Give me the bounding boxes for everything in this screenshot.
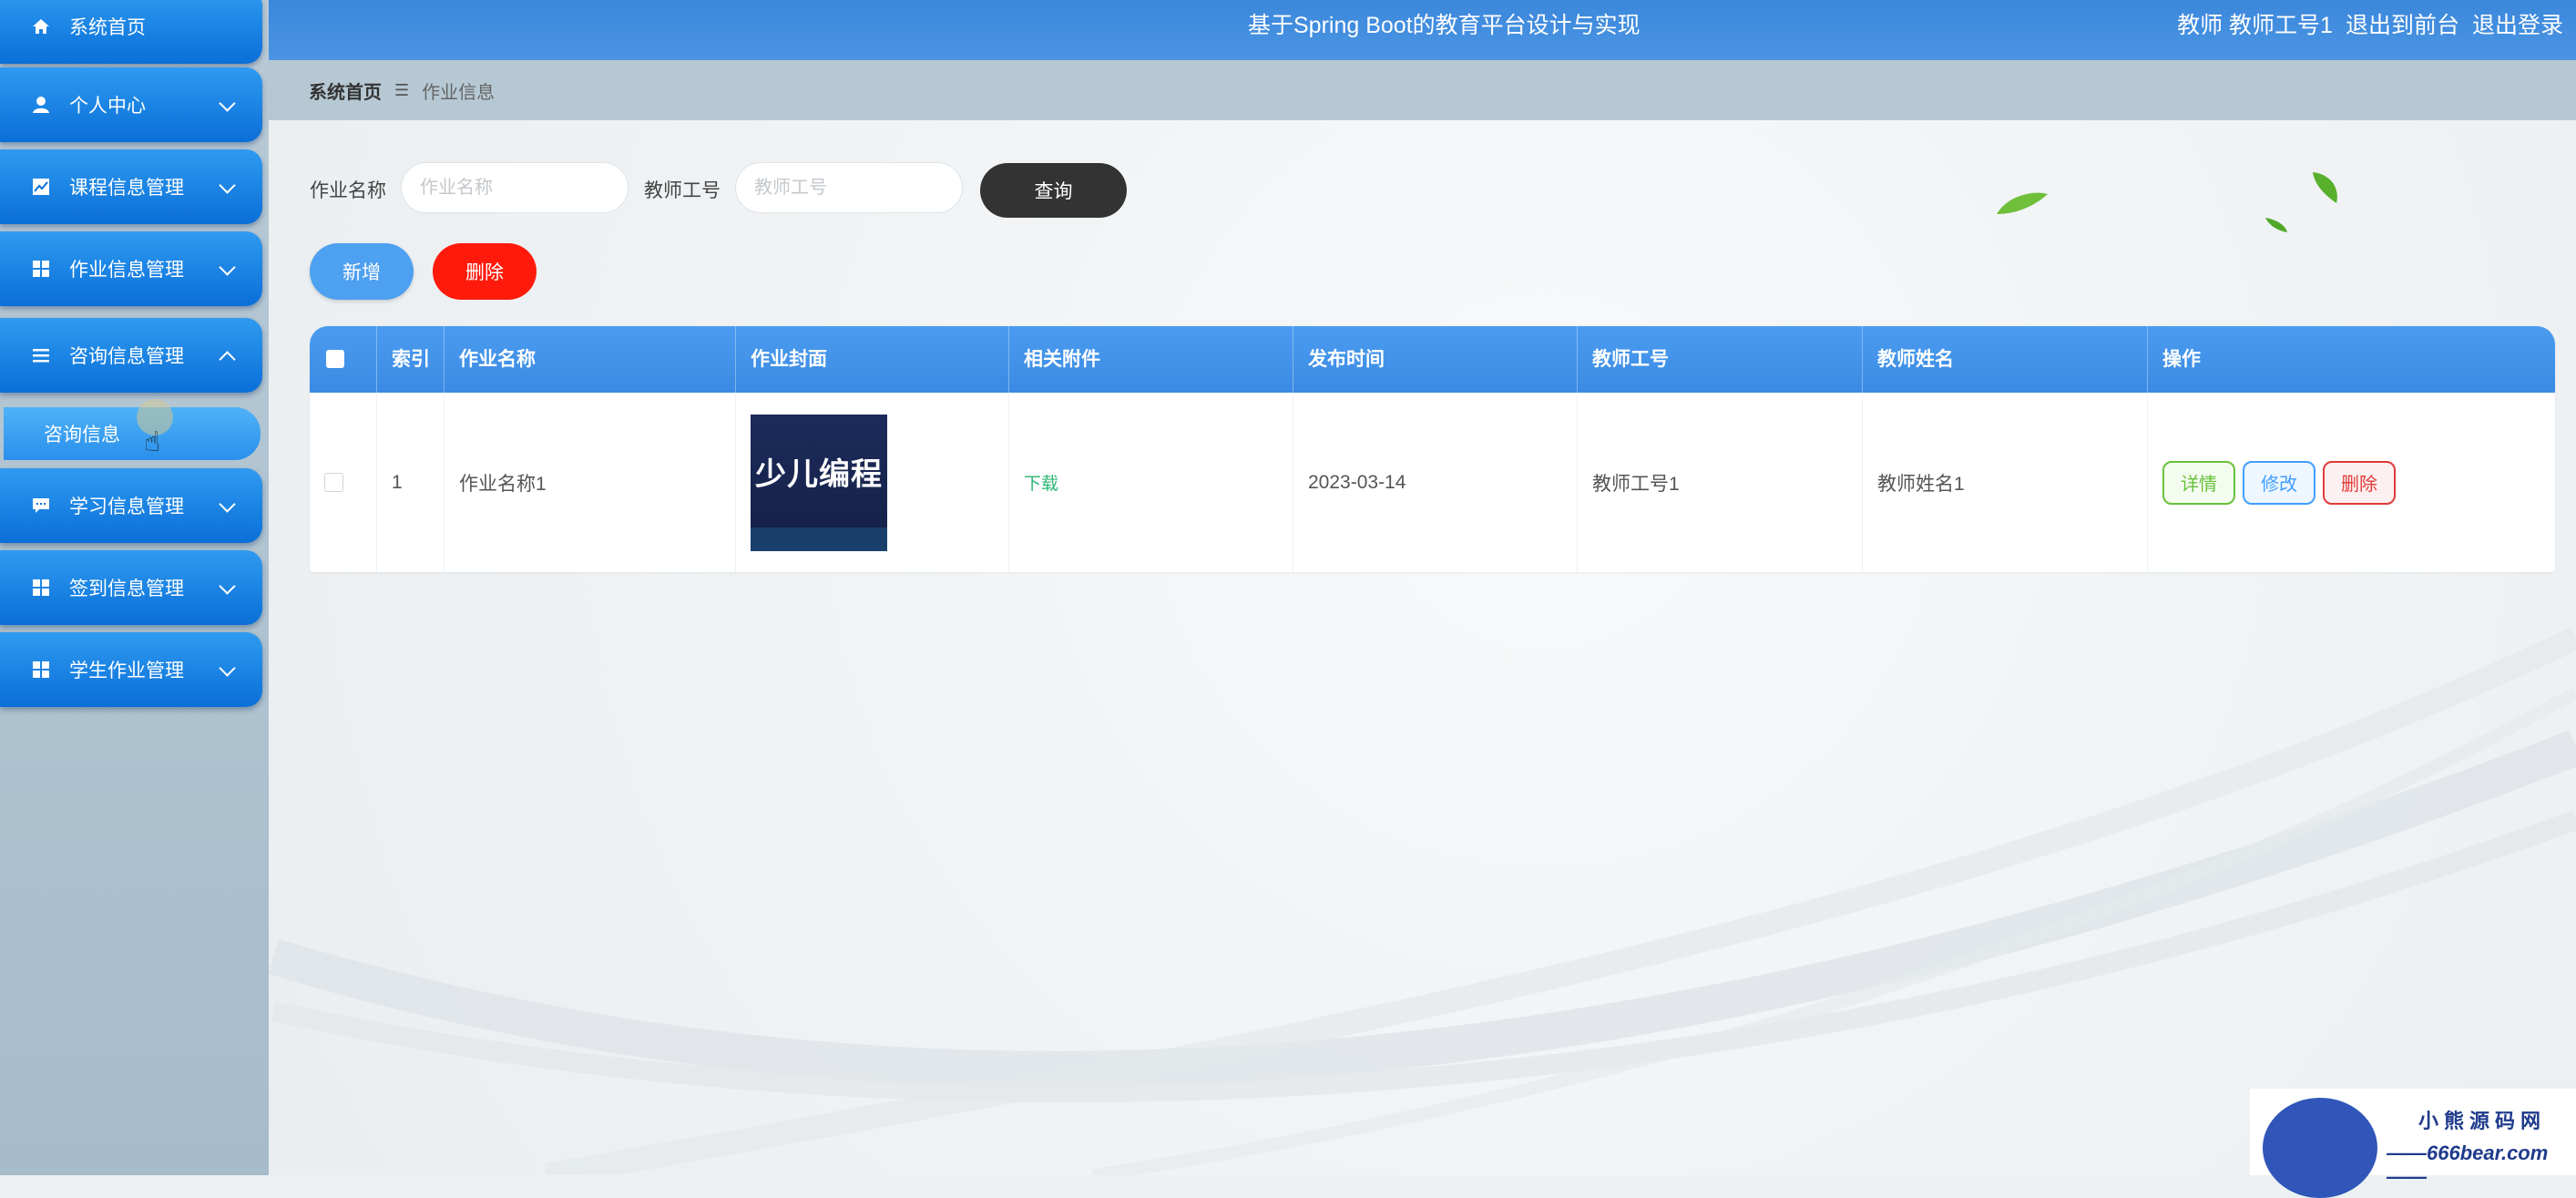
sidebar-item-homework[interactable]: 作业信息管理 — [0, 231, 262, 306]
chat-icon — [31, 496, 51, 516]
leaf-decoration — [1997, 192, 2048, 214]
chevron-down-icon — [219, 660, 236, 677]
user-label: 教师 教师工号1 — [2177, 13, 2333, 38]
chevron-down-icon — [219, 95, 236, 112]
watermark-line1: 小熊源码网 — [2418, 1110, 2547, 1132]
sidebar-item-checkin[interactable]: 签到信息管理 — [0, 550, 262, 625]
column-header: 索引 — [377, 326, 445, 393]
home-icon — [31, 16, 51, 36]
grid-icon — [31, 578, 51, 598]
column-header: 相关附件 — [1009, 326, 1293, 393]
row-checkbox[interactable] — [324, 473, 343, 492]
sidebar-item-label: 个人中心 — [69, 96, 146, 117]
teacher-id-label: 教师工号 — [644, 180, 721, 201]
column-header: 教师工号 — [1578, 326, 1863, 393]
watermark-line2: ——666bear.com—— — [2387, 1142, 2549, 1188]
sidebar-item-label: 作业信息管理 — [69, 260, 184, 281]
chevron-down-icon — [219, 259, 236, 276]
column-header: 作业封面 — [736, 326, 1009, 393]
add-button[interactable]: 新增 — [310, 243, 414, 300]
column-header: 作业名称 — [445, 326, 736, 393]
breadcrumb-home[interactable]: 系统首页 — [309, 77, 382, 104]
homework-cover-image[interactable]: 少儿编程 — [751, 414, 887, 551]
sidebar-item-consult[interactable]: 咨询信息管理 — [0, 318, 262, 393]
edit-button[interactable]: 修改 — [2243, 460, 2315, 505]
query-button[interactable]: 查询 — [980, 163, 1127, 218]
breadcrumb-current: 作业信息 — [422, 82, 496, 103]
grid-icon — [31, 259, 51, 279]
leaf-decoration — [2265, 218, 2287, 232]
chevron-down-icon — [219, 578, 236, 595]
delete-button[interactable]: 删除 — [433, 243, 537, 300]
cover-footer-bar — [751, 527, 887, 551]
sidebar-subitem-label: 咨询信息 — [44, 425, 120, 445]
background-swoosh — [268, 627, 2576, 1175]
sidebar-item-label: 签到信息管理 — [69, 579, 184, 599]
sidebar-item-student-homework[interactable]: 学生作业管理 — [0, 632, 262, 707]
row-index: 1 — [377, 393, 445, 572]
row-cover-cell: 少儿编程 — [736, 393, 1009, 572]
row-publish-date: 2023-03-14 — [1293, 393, 1578, 572]
homework-name-label: 作业名称 — [310, 180, 386, 201]
watermark-logo: 小熊源码网 ——666bear.com—— — [2250, 1089, 2576, 1198]
hand-cursor-icon: ☝ — [144, 427, 161, 457]
homework-table: 索引 作业名称 作业封面 相关附件 发布时间 教师工号 教师姓名 操作 1 作业… — [310, 326, 2555, 572]
sidebar-item-study[interactable]: 学习信息管理 — [0, 468, 262, 543]
top-header: 基于Spring Boot的教育平台设计与实现 教师 教师工号1 退出到前台 退… — [269, 0, 2576, 60]
sidebar-item-label: 学习信息管理 — [69, 497, 184, 517]
row-teacher-name: 教师姓名1 — [1863, 393, 2148, 572]
header-select-all-cell — [310, 326, 377, 393]
bear-logo-icon — [2263, 1098, 2377, 1198]
download-link[interactable]: 下载 — [1024, 470, 1058, 495]
leaf-decoration — [2313, 172, 2337, 203]
header-user-menu: 教师 教师工号1 退出到前台 退出登录 — [2177, 7, 2563, 40]
chevron-up-icon — [219, 351, 236, 368]
column-header: 操作 — [2162, 349, 2201, 370]
teacher-id-input[interactable] — [735, 162, 963, 213]
row-delete-button[interactable]: 删除 — [2323, 460, 2396, 505]
breadcrumb-separator-icon: ☰ — [394, 80, 410, 99]
row-attachment-cell: 下载 — [1009, 393, 1293, 572]
table-row-select-cell — [310, 393, 377, 572]
app-title: 基于Spring Boot的教育平台设计与实现 — [1248, 13, 1641, 38]
cover-title: 少儿编程 — [755, 456, 883, 492]
row-teacher-id: 教师工号1 — [1578, 393, 1863, 572]
sidebar-item-label: 课程信息管理 — [69, 178, 184, 199]
row-operations-cell: 详情 修改 删除 — [2148, 393, 2555, 572]
sidebar-item-home[interactable]: 系统首页 — [0, 0, 262, 64]
chevron-down-icon — [219, 496, 236, 513]
chart-icon — [31, 177, 51, 197]
sidebar-item-label: 学生作业管理 — [69, 660, 184, 681]
grid-icon — [31, 660, 51, 680]
column-header: 发布时间 — [1293, 326, 1578, 393]
homework-name-input[interactable] — [401, 162, 629, 213]
to-front-link[interactable]: 退出到前台 — [2346, 7, 2459, 40]
row-homework-name: 作业名称1 — [445, 393, 736, 572]
logout-link[interactable]: 退出登录 — [2472, 7, 2563, 40]
person-icon — [31, 95, 51, 115]
sidebar-item-course[interactable]: 课程信息管理 — [0, 149, 262, 224]
sidebar-subitem-consult-info[interactable]: 咨询信息 — [4, 407, 261, 460]
sidebar: 系统首页 个人中心 课程信息管理 作业信息管理 咨询信息管理 咨询信息 ☝ 学习… — [0, 0, 269, 1175]
sidebar-item-label: 系统首页 — [69, 17, 146, 38]
breadcrumb: 系统首页 ☰ 作业信息 — [269, 60, 2576, 120]
detail-button[interactable]: 详情 — [2162, 460, 2235, 505]
sidebar-item-label: 咨询信息管理 — [69, 346, 184, 367]
list-icon — [31, 345, 51, 365]
select-all-checkbox[interactable] — [326, 350, 344, 368]
chevron-down-icon — [219, 177, 236, 194]
sidebar-item-personal[interactable]: 个人中心 — [0, 67, 262, 142]
column-header: 教师姓名 — [1863, 326, 2148, 393]
